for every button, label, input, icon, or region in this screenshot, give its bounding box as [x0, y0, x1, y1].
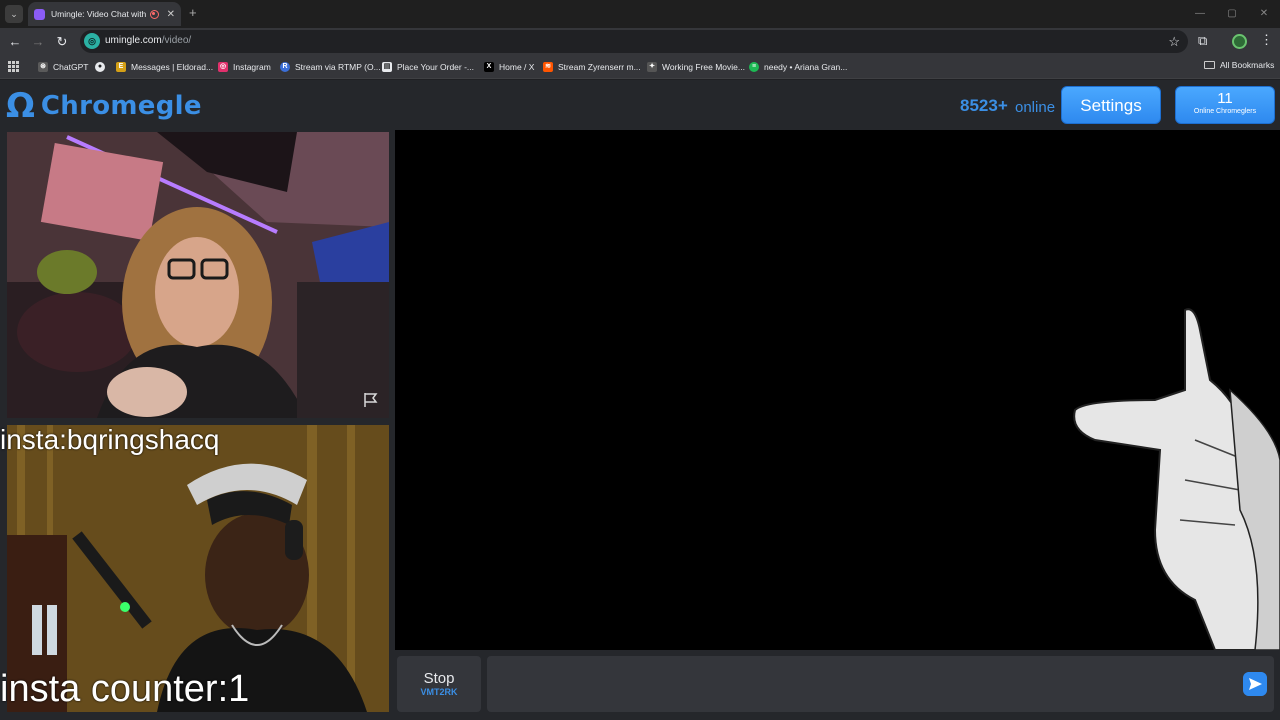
chat-bar: Stop VMT2RK [395, 654, 1280, 714]
movie-icon: ✦ [647, 62, 657, 72]
logo-text: Chromegle [40, 91, 202, 121]
insta-counter-overlay: insta counter:1 [0, 668, 250, 710]
logo[interactable]: Ω Chromegle [6, 86, 202, 126]
instagram-icon: ◎ [218, 62, 228, 72]
browser-tab[interactable]: Umingle: Video Chat with S ✕ [28, 2, 181, 26]
tab-close-icon[interactable]: ✕ [167, 9, 175, 20]
order-icon: ▤ [382, 62, 392, 72]
forward-icon[interactable]: → [29, 33, 47, 51]
tab-title: Umingle: Video Chat with S [51, 9, 147, 19]
main-video-area [395, 130, 1280, 650]
all-bookmarks-label: All Bookmarks [1220, 60, 1275, 70]
stop-code: VMT2RK [420, 687, 458, 697]
tab-search-icon[interactable]: ⌄ [5, 5, 23, 23]
chatgpt-icon: ⊛ [38, 62, 48, 72]
url-path: /video/ [161, 35, 192, 46]
bookmark-label: Place Your Order -... [397, 62, 475, 72]
stop-button[interactable]: Stop VMT2RK [397, 656, 481, 712]
online-count: 8523+ [960, 96, 1008, 115]
bookmark-messages[interactable]: E Messages | Eldorad... [116, 60, 213, 74]
url-text[interactable]: umingle.com/video/ [105, 35, 191, 46]
bookmark-label: Stream via RTMP (O... [295, 62, 381, 72]
maximize-button[interactable]: ▢ [1216, 0, 1248, 28]
bookmark-label: ChatGPT [53, 62, 89, 72]
online-chromeglers-button[interactable]: 11 Online Chromeglers [1175, 86, 1275, 124]
site-icon[interactable]: ◎ [84, 33, 100, 49]
pointing-hand-image [395, 130, 1280, 650]
insta-handle-overlay: insta:bqringshacq [0, 424, 220, 455]
bookmark-label: Home / X [499, 62, 535, 72]
bookmark-label: Working Free Movie... [662, 62, 745, 72]
chat-message-input[interactable] [487, 656, 1274, 712]
bookmarks-bar: ⊛ ChatGPT ● E Messages | Eldorad... ◎ Insta… [0, 55, 1280, 79]
recording-icon [149, 9, 159, 19]
globe-icon: ● [95, 62, 105, 72]
folder-icon [1204, 61, 1215, 69]
stranger-video-feed [7, 132, 389, 418]
bookmark-free-movies[interactable]: ✦ Working Free Movie... [647, 60, 745, 74]
bookmark-label: Instagram [233, 62, 271, 72]
chromeglers-label: Online Chromeglers [1193, 108, 1257, 115]
tab-strip: ⌄ Umingle: Video Chat with S ✕ + — ▢ ✕ [0, 0, 1280, 28]
bookmark-x[interactable]: X Home / X [484, 60, 534, 74]
report-flag-icon[interactable] [363, 392, 379, 408]
window-controls: — ▢ ✕ [1184, 0, 1280, 28]
messages-icon: E [116, 62, 126, 72]
bookmark-label: Messages | Eldorad... [131, 62, 214, 72]
chromeglers-count: 11 [1217, 90, 1233, 107]
send-icon[interactable] [1243, 672, 1267, 696]
reload-icon[interactable]: ↻ [53, 33, 71, 51]
bookmark-globe[interactable]: ● [95, 60, 110, 74]
bookmark-chatgpt[interactable]: ⊛ ChatGPT [38, 60, 88, 74]
stranger-video-frame [7, 132, 389, 418]
x-icon: X [484, 62, 494, 72]
address-bar[interactable]: ◎ umingle.com/video/ ☆ [80, 30, 1188, 53]
browser-toolbar: ← → ↻ ◎ umingle.com/video/ ☆ [0, 28, 1280, 55]
soundcloud-icon: ≋ [543, 62, 553, 72]
bookmark-instagram[interactable]: ◎ Instagram [218, 60, 271, 74]
bookmark-stream-zyrenserr[interactable]: ≋ Stream Zyrenserr m... [543, 60, 641, 74]
chromegle-page: Ω Chromegle 8523+ online Settings 11 Onl… [0, 80, 1280, 720]
profile-icon[interactable] [1232, 34, 1247, 49]
omega-logo-icon: Ω [6, 86, 35, 126]
spotify-icon: ≡ [749, 62, 759, 72]
settings-button[interactable]: Settings [1061, 86, 1161, 124]
bookmark-spotify[interactable]: ≡ needy • Ariana Gran... [749, 60, 847, 74]
tab-favicon-icon [34, 8, 45, 20]
bookmark-place-order[interactable]: ▤ Place Your Order -... [382, 60, 474, 74]
star-icon[interactable]: ☆ [1168, 34, 1180, 50]
bookmark-label: Stream Zyrenserr m... [558, 62, 641, 72]
url-host: umingle.com [105, 35, 162, 46]
extensions-icon[interactable]: ⧉ [1198, 33, 1207, 49]
menu-icon[interactable]: ⋮ [1260, 32, 1273, 48]
all-bookmarks[interactable]: All Bookmarks [1204, 60, 1274, 70]
close-window-button[interactable]: ✕ [1248, 0, 1280, 28]
bookmark-label: needy • Ariana Gran... [764, 62, 848, 72]
new-tab-button[interactable]: + [189, 5, 197, 20]
minimize-button[interactable]: — [1184, 0, 1216, 28]
bookmark-stream-rtmp[interactable]: R Stream via RTMP (O... [280, 60, 381, 74]
rtmp-icon: R [280, 62, 290, 72]
apps-icon[interactable] [8, 61, 19, 72]
back-icon[interactable]: ← [6, 33, 24, 51]
stop-label: Stop [423, 670, 455, 687]
online-label: online [1015, 99, 1056, 116]
